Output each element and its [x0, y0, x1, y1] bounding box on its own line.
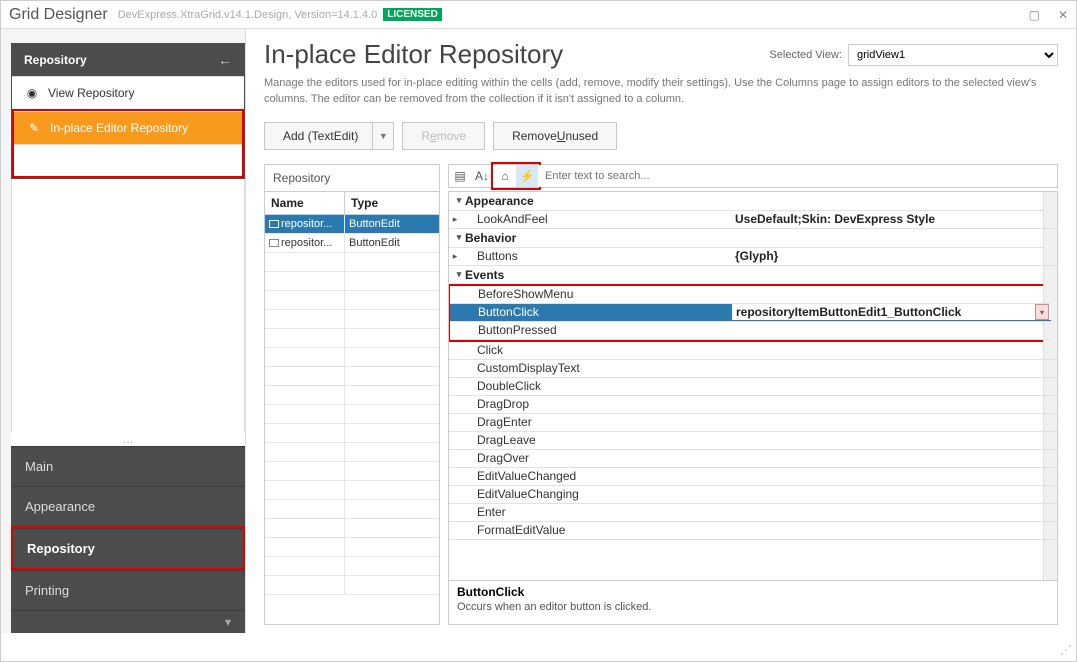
table-row — [265, 405, 439, 424]
prop-row[interactable]: EditValueChanging — [449, 486, 1057, 504]
table-row[interactable]: repositor...ButtonEdit — [265, 215, 439, 234]
sidebar: Repository ← ◉ View Repository ✎ In-plac… — [11, 43, 245, 179]
remove-button[interactable]: Remove — [402, 122, 485, 150]
sidebar-header[interactable]: Repository ← — [12, 44, 244, 76]
table-row — [265, 386, 439, 405]
category-events[interactable]: ▾Events — [449, 266, 1057, 285]
sidebar-empty-slot — [14, 144, 242, 176]
sidebar-item-view-repository[interactable]: ◉ View Repository — [12, 76, 244, 109]
table-row[interactable]: repositor...ButtonEdit — [265, 234, 439, 253]
selected-view-dropdown[interactable]: gridView1 — [848, 44, 1058, 66]
window-title: Grid Designer — [9, 6, 108, 24]
toolbar: Add (TextEdit) ▼ Remove Remove Unused — [264, 122, 1058, 150]
close-icon[interactable]: ✕ — [1058, 8, 1068, 22]
search-input[interactable] — [539, 165, 1057, 187]
sidebar-drag-icon[interactable]: … — [11, 432, 245, 446]
prop-row[interactable]: ▸LookAndFeelUseDefault;Skin: DevExpress … — [449, 211, 1057, 229]
repo-columns: Name Type — [265, 192, 439, 215]
table-row — [265, 519, 439, 538]
category-behavior[interactable]: ▾Behavior — [449, 229, 1057, 248]
property-description: ButtonClick Occurs when an editor button… — [448, 581, 1058, 625]
prop-row[interactable]: Enter — [449, 504, 1057, 522]
table-row — [265, 367, 439, 386]
sidebar-item-label: View Repository — [48, 86, 134, 100]
maximize-icon[interactable]: ▢ — [1029, 8, 1040, 22]
page-title: In-place Editor Repository — [264, 39, 563, 70]
prop-row[interactable]: EditValueChanged — [449, 468, 1057, 486]
prop-row[interactable]: BeforeShowMenu — [450, 286, 1051, 304]
add-dropdown-icon[interactable]: ▼ — [372, 122, 394, 150]
sidebar-header-label: Repository — [24, 53, 87, 67]
dropdown-icon[interactable]: ▾ — [1035, 304, 1049, 320]
nav-repository[interactable]: Repository — [13, 528, 243, 568]
prop-row[interactable]: ButtonPressed — [450, 322, 1051, 340]
prop-row[interactable]: ▸Buttons{Glyph} — [449, 248, 1057, 266]
repo-col-type[interactable]: Type — [345, 192, 439, 214]
edit-icon: ✎ — [26, 120, 42, 136]
prop-row[interactable]: CustomDisplayText — [449, 360, 1057, 378]
prop-row[interactable]: DragOver — [449, 450, 1057, 468]
events-icon[interactable]: ⚡ — [516, 165, 538, 187]
table-row — [265, 291, 439, 310]
nav-dropdown-icon[interactable]: ▾ — [11, 610, 245, 633]
main-panel: In-place Editor Repository Selected View… — [246, 29, 1076, 633]
table-row — [265, 329, 439, 348]
categorized-icon[interactable]: ▤ — [449, 165, 471, 187]
prop-row[interactable]: ButtonClickrepositoryItemButtonEdit1_But… — [450, 304, 1051, 322]
table-row — [265, 443, 439, 462]
sidebar-item-label: In-place Editor Repository — [50, 121, 188, 135]
prop-row[interactable]: DragLeave — [449, 432, 1057, 450]
repo-header: Repository — [265, 165, 439, 192]
category-appearance[interactable]: ▾Appearance — [449, 192, 1057, 211]
repo-col-name[interactable]: Name — [265, 192, 345, 214]
table-row — [265, 538, 439, 557]
prop-toolbar: ▤ A↓ ⌂ ⚡ — [448, 164, 1058, 188]
table-row — [265, 253, 439, 272]
resize-grip-icon[interactable]: ⋰ — [1060, 643, 1072, 657]
eye-icon: ◉ — [24, 85, 40, 101]
nav-printing[interactable]: Printing — [11, 570, 245, 610]
table-row — [265, 500, 439, 519]
table-row — [265, 348, 439, 367]
left-panel: Repository ← ◉ View Repository ✎ In-plac… — [1, 29, 246, 633]
table-row — [265, 310, 439, 329]
nav-appearance[interactable]: Appearance — [11, 486, 245, 526]
prop-row[interactable]: DragDrop — [449, 396, 1057, 414]
bottom-nav: Main Appearance Repository Printing ▾ — [11, 446, 245, 633]
selected-view-label: Selected View: — [769, 49, 842, 61]
property-grid-panel: ▤ A↓ ⌂ ⚡ ▾Appearance▸LookAndFeelUseDefau… — [448, 164, 1058, 625]
table-row — [265, 272, 439, 291]
title-bar: Grid Designer DevExpress.XtraGrid.v14.1.… — [1, 1, 1076, 29]
alphabetical-icon[interactable]: A↓ — [471, 165, 493, 187]
back-arrow-icon[interactable]: ← — [218, 52, 232, 68]
sidebar-item-inplace-editor[interactable]: ✎ In-place Editor Repository — [14, 111, 242, 144]
nav-main[interactable]: Main — [11, 446, 245, 486]
remove-unused-button[interactable]: Remove Unused — [493, 122, 617, 150]
desc-title: ButtonClick — [457, 585, 524, 599]
prop-row[interactable]: DragEnter — [449, 414, 1057, 432]
prop-row[interactable]: FormatEditValue — [449, 522, 1057, 540]
license-badge: LICENSED — [383, 8, 442, 21]
table-row — [265, 424, 439, 443]
property-grid[interactable]: ▾Appearance▸LookAndFeelUseDefault;Skin: … — [448, 191, 1058, 581]
prop-row[interactable]: Click — [449, 342, 1057, 360]
table-row — [265, 462, 439, 481]
prop-row[interactable]: DoubleClick — [449, 378, 1057, 396]
page-description: Manage the editors used for in-place edi… — [264, 76, 1058, 108]
window-meta: DevExpress.XtraGrid.v14.1.Design, Versio… — [118, 9, 378, 21]
add-button[interactable]: Add (TextEdit) — [264, 122, 372, 150]
table-row — [265, 557, 439, 576]
desc-text: Occurs when an editor button is clicked. — [457, 601, 1049, 613]
repository-list: Repository Name Type repositor...ButtonE… — [264, 164, 440, 625]
properties-icon[interactable]: ⌂ — [494, 165, 516, 187]
table-row — [265, 576, 439, 595]
table-row — [265, 481, 439, 500]
